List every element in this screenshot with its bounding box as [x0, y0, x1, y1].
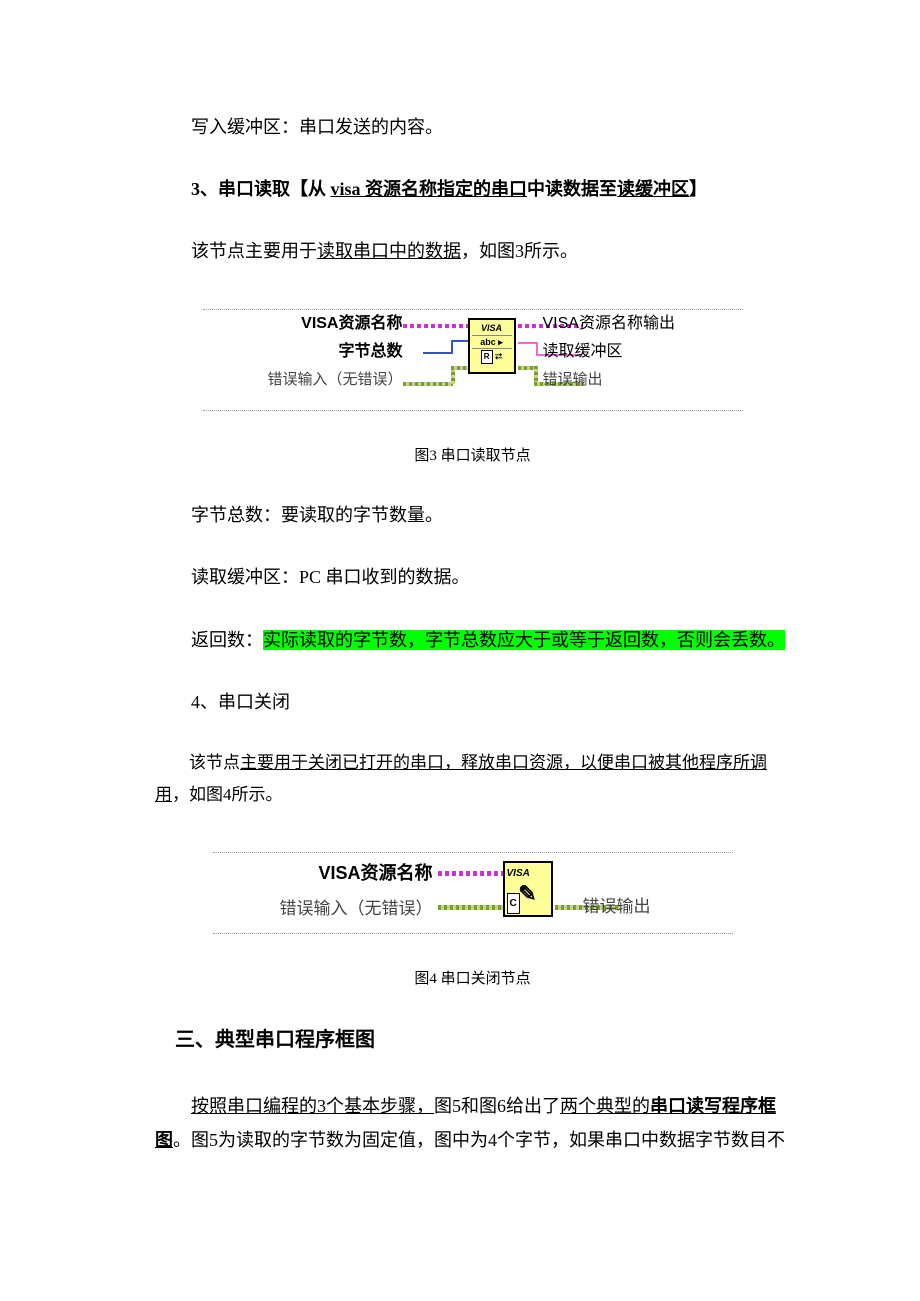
- paragraph-return-count: 返回数：实际读取的字节数，字节总数应大于或等于返回数，否则会丢数。: [155, 623, 790, 657]
- text: ，如图4所示。: [172, 785, 283, 804]
- underline-text: 读缓冲区: [617, 179, 689, 199]
- block-text: abc ▸: [472, 335, 512, 349]
- label-visa-resource-name: VISA资源名称: [267, 310, 402, 338]
- paragraph-close-node-desc: 该节点主要用于关闭已打开的串口，释放串口资源，以便串口被其他程序所调用，如图4所…: [155, 747, 790, 812]
- block-text: R ⮂: [470, 350, 514, 364]
- wire-icon: [518, 342, 538, 344]
- figure-4: VISA资源名称 错误输入（无错误） VISA ✎ C 错误输出: [155, 852, 790, 945]
- underline-text: 按照串口编程的3个基本步骤，: [191, 1096, 434, 1116]
- paragraph-read-node-desc: 该节点主要用于读取串口中的数据，如图3所示。: [155, 234, 790, 268]
- section-3-title: 3、串口读取【从 visa 资源名称指定的串口中读数据至读缓冲区】: [155, 172, 790, 206]
- paragraph-read-buffer: 读取缓冲区：PC 串口收到的数据。: [155, 560, 790, 594]
- paragraph-write-buffer: 写入缓冲区：串口发送的内容。: [155, 110, 790, 144]
- paragraph-typical-diagram: 按照串口编程的3个基本步骤，图5和图6给出了两个典型的串口读写程序框图。图5为读…: [155, 1089, 790, 1157]
- label-error-out: 错误输出: [543, 366, 675, 394]
- highlighted-text: 实际读取的字节数，字节总数应大于或等于返回数，否则会丢数。: [263, 630, 785, 650]
- wire-icon: [438, 871, 503, 876]
- text: 图5和图6给出了: [434, 1096, 560, 1116]
- label-byte-count: 字节总数: [267, 338, 402, 366]
- r-symbol-icon: R: [481, 350, 493, 364]
- visa-read-block-icon: VISA abc ▸ R ⮂: [468, 318, 516, 374]
- text: 。图5为读取的字节数为固定值，图中为4个字节，如果串口中数据字节数目不: [173, 1130, 785, 1150]
- text: 该节点主要用于: [191, 241, 317, 261]
- paragraph-byte-count: 字节总数：要读取的字节数量。: [155, 498, 790, 532]
- figure-3: VISA资源名称 字节总数 错误输入（无错误） VISA abc ▸ R ⮂: [155, 309, 790, 422]
- c-symbol-icon: C: [507, 893, 520, 914]
- label-visa-resource-out: VISA资源名称输出: [543, 310, 675, 338]
- figure-3-diagram: VISA资源名称 字节总数 错误输入（无错误） VISA abc ▸ R ⮂: [203, 309, 743, 411]
- fig3-right-labels: VISA资源名称输出 读取缓冲区 错误输出: [543, 310, 675, 394]
- block-text: VISA: [470, 322, 514, 334]
- underline-text: visa 资源名称指定的串口: [331, 179, 528, 199]
- section-4-title: 4、串口关闭: [155, 685, 790, 719]
- fig3-left-labels: VISA资源名称 字节总数 错误输入（无错误）: [267, 310, 402, 394]
- heading-section-3: 三、典型串口程序框图: [155, 1021, 790, 1059]
- figure-4-caption: 图4 串口关闭节点: [155, 965, 790, 994]
- label-read-buffer: 读取缓冲区: [543, 338, 675, 366]
- underline-text: 两个典型的: [560, 1096, 650, 1116]
- text: 该节点: [189, 753, 240, 772]
- label-error-out: 错误输出: [583, 891, 651, 923]
- fig4-left-labels: VISA资源名称 错误输入（无错误）: [280, 855, 433, 927]
- text: 】: [689, 179, 707, 199]
- figure-3-caption: 图3 串口读取节点: [155, 442, 790, 471]
- wire-icon: [403, 382, 453, 386]
- wire-icon: [423, 352, 453, 354]
- visa-close-block-icon: VISA ✎ C: [503, 861, 553, 917]
- wire-icon: [451, 340, 453, 354]
- label-error-in: 错误输入（无错误）: [267, 366, 402, 394]
- text: 中读数据至: [527, 179, 617, 199]
- document-page: 写入缓冲区：串口发送的内容。 3、串口读取【从 visa 资源名称指定的串口中读…: [0, 0, 920, 1266]
- text: 返回数：: [191, 630, 263, 650]
- wire-icon: [438, 905, 503, 910]
- figure-4-diagram: VISA资源名称 错误输入（无错误） VISA ✎ C 错误输出: [213, 852, 733, 934]
- wire-icon: [451, 366, 468, 370]
- wire-icon: [403, 324, 468, 328]
- wire-icon: [536, 342, 538, 354]
- text: 3、串口读取【从: [191, 179, 331, 199]
- underline-text: 读取串口中的数据: [317, 241, 461, 261]
- label-visa-resource-name: VISA资源名称: [280, 855, 433, 891]
- label-error-in: 错误输入（无错误）: [280, 891, 433, 927]
- block-text: VISA: [507, 864, 549, 883]
- text: ，如图3所示。: [461, 241, 578, 261]
- wire-icon: [451, 340, 468, 342]
